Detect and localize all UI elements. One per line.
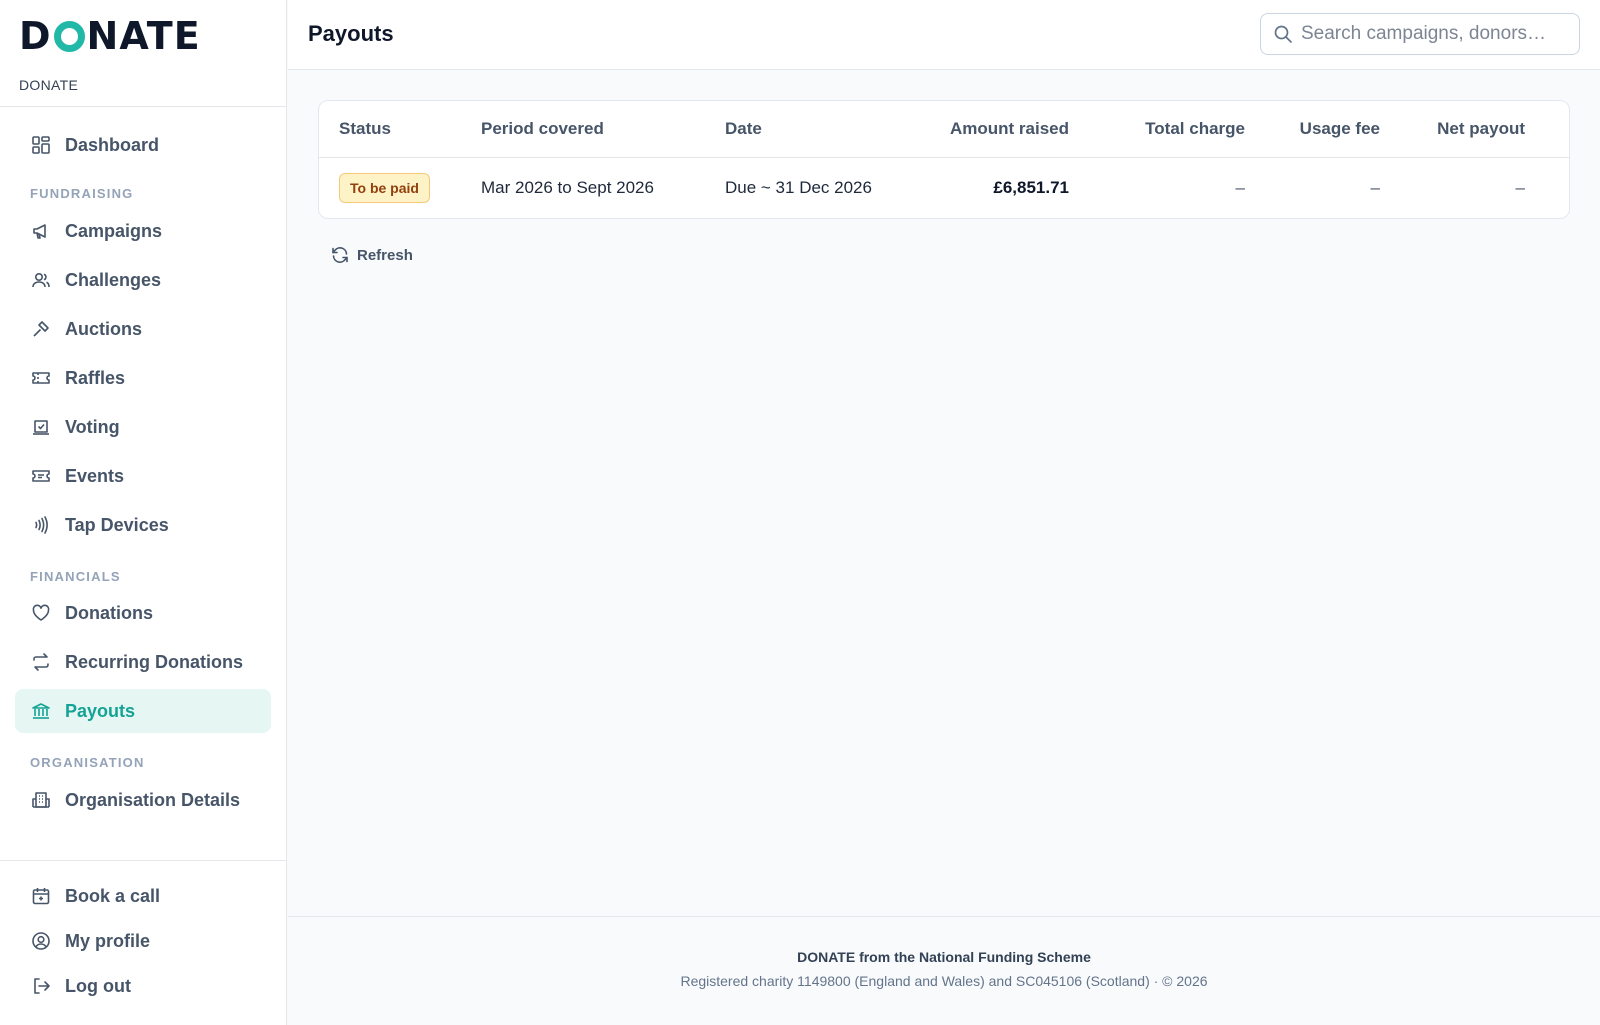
sidebar-item-label: Organisation Details [65,789,241,810]
col-header-period: Period covered [481,119,604,138]
sidebar-item-label: Tap Devices [65,514,169,535]
sidebar-item-events[interactable]: Events [15,454,271,498]
search-input[interactable] [1301,23,1571,45]
sidebar-item-label: Donations [65,602,153,623]
sidebar-item-label: Payouts [65,700,136,721]
contactless-icon [30,514,52,536]
col-header-date: Date [725,119,762,138]
cell-total-charge: – [1235,178,1245,197]
sidebar-item-voting[interactable]: Voting [15,405,271,449]
user-circle-icon [30,930,52,952]
col-header-total-charge: Total charge [1145,119,1245,138]
footer-title: DONATE from the National Funding Scheme [797,949,1091,965]
footer-legal: Registered charity 1149800 (England and … [680,973,1208,989]
sidebar-item-recurring-donations[interactable]: Recurring Donations [15,640,271,684]
sidebar-item-label: Recurring Donations [65,651,244,672]
sidebar-item-challenges[interactable]: Challenges [15,258,271,302]
cell-period: Mar 2026 to Sept 2026 [481,178,654,197]
top-bar: Payouts [288,0,1600,70]
brand: D NATE DONATE [0,0,286,107]
sidebar-item-label: My profile [65,930,151,951]
sidebar-item-label: Dashboard [65,134,160,155]
sidebar-item-label: Events [65,465,125,486]
logo-text-start: D [19,14,52,58]
search-box[interactable] [1260,13,1580,55]
sidebar: D NATE DONATE Dashboard FUNDRAISING Campa… [0,0,287,1025]
col-header-usage-fee: Usage fee [1299,119,1380,138]
gavel-icon [30,318,52,340]
cell-usage-fee: – [1370,178,1380,197]
sidebar-item-organisation-details[interactable]: Organisation Details [15,778,271,822]
sidebar-item-label: Raffles [65,367,126,388]
users-icon [30,269,52,291]
logout-icon [30,975,52,997]
repeat-icon [30,651,52,673]
sidebar-item-dashboard[interactable]: Dashboard [15,123,271,167]
bank-icon [30,700,52,722]
dashboard-icon [30,134,52,156]
calendar-icon [30,885,52,907]
cell-date: Due ~ 31 Dec 2026 [725,178,872,197]
logo[interactable]: D NATE [19,16,286,56]
sidebar-divider [0,860,287,861]
refresh-button[interactable]: Refresh [330,245,413,265]
search-icon [1273,24,1293,44]
ticket-icon [30,367,52,389]
sidebar-item-payouts[interactable]: Payouts [15,689,271,733]
section-fundraising: FUNDRAISING [30,186,134,201]
building-icon [30,789,52,811]
sidebar-item-label: Challenges [65,269,162,290]
sidebar-item-label: Log out [65,975,131,996]
sidebar-item-donations[interactable]: Donations [15,591,271,635]
sidebar-item-label: Campaigns [65,220,163,241]
sidebar-item-campaigns[interactable]: Campaigns [15,209,271,253]
sidebar-item-tap-devices[interactable]: Tap Devices [15,503,271,547]
cell-net-payout: – [1515,178,1525,197]
payouts-table: Status Period covered Date Amount raised… [318,100,1570,219]
event-ticket-icon [30,465,52,487]
sidebar-item-my-profile[interactable]: My profile [15,919,271,963]
refresh-label: Refresh [357,246,413,264]
sidebar-item-raffles[interactable]: Raffles [15,356,271,400]
sidebar-item-label: Book a call [65,885,161,906]
col-header-net-payout: Net payout [1437,119,1525,138]
section-organisation: ORGANISATION [30,755,145,770]
section-financials: FINANCIALS [30,569,121,584]
vote-box-icon [30,416,52,438]
status-badge: To be paid [339,173,430,203]
sidebar-item-label: Auctions [65,318,143,339]
col-header-status: Status [339,119,391,138]
megaphone-icon [30,220,52,242]
heart-icon [30,602,52,624]
logo-text-end: NATE [86,14,201,58]
refresh-icon [330,245,350,265]
sidebar-item-log-out[interactable]: Log out [15,964,271,1008]
footer: DONATE from the National Funding Scheme … [288,916,1600,1025]
page-title: Payouts [308,21,394,46]
col-header-amount: Amount raised [949,119,1069,138]
sidebar-item-auctions[interactable]: Auctions [15,307,271,351]
sidebar-item-book-a-call[interactable]: Book a call [15,874,271,918]
logo-o-ring [53,20,85,52]
sidebar-item-label: Voting [65,416,120,437]
cell-amount: £6,851.71 [993,178,1069,197]
brand-subtitle: DONATE [19,77,79,93]
